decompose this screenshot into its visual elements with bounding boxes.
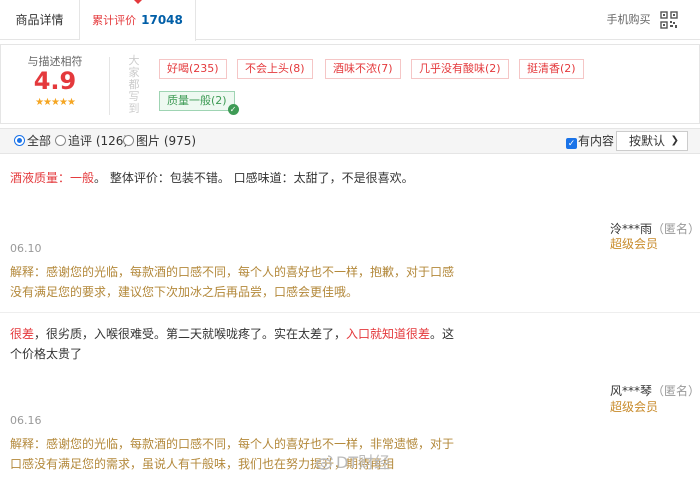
tab-reviews-count: 17048: [141, 13, 183, 27]
tab-bar: 商品详情 累计评价 17048 手机购买: [0, 0, 700, 41]
check-icon: ✓: [227, 104, 239, 115]
radio-checked-icon: [14, 135, 25, 146]
rating-score: 4.9: [33, 67, 77, 95]
review-user: 风***琴（匿名）: [610, 382, 700, 399]
review-highlight: 入口就知道很差: [346, 327, 431, 341]
tab-product-details[interactable]: 商品详情: [0, 0, 80, 40]
review-user-level: 超级会员: [610, 237, 659, 251]
filter-all-radio[interactable]: 全部: [14, 129, 51, 153]
everyone-mentions-label: 大家都写到: [128, 54, 140, 115]
sort-dropdown[interactable]: 按默认 ❯: [616, 131, 688, 151]
review-separator: [0, 312, 700, 313]
seller-reply: 解释：感谢您的光临，每款酒的口感不同，每个人的喜好也不一样，非常遗憾，对于口感没…: [10, 437, 455, 471]
filter-all-label: 全部: [27, 134, 52, 148]
review-text: ，很劣质，入喉很难受。第二天就喉咙疼了。实在太差了，: [34, 327, 347, 341]
tag-item-selected[interactable]: 质量一般(2) ✓: [159, 91, 239, 115]
filter-append-radio[interactable]: 追评 (126): [55, 129, 128, 153]
review-user-name: 泠***雨: [610, 222, 653, 236]
review-highlight: 酒液质量：一般: [10, 171, 95, 185]
review-date: 06.16: [10, 414, 42, 427]
star-icon: ★★★★★: [35, 97, 76, 108]
radio-icon: [55, 135, 66, 146]
rating-box: 与描述相符 4.9 ★★★★★: [1, 45, 109, 123]
review-text: 。 整体评价：包装不错。 口感味道：太甜了，不是很喜欢。: [94, 171, 414, 185]
chevron-down-icon: ❯: [670, 135, 679, 146]
active-tab-indicator: [134, 0, 142, 4]
seller-reply: 解释：感谢您的光临，每款酒的口感不同，每个人的喜好也不一样，抱歉，对于口感没有满…: [10, 265, 455, 299]
filter-bar: 全部 追评 (126) 图片 (975) ✓ 有内容 按默认 ❯: [0, 128, 700, 154]
tag-item[interactable]: 好喝(235): [159, 59, 227, 79]
review-content: 酒液质量：一般。 整体评价：包装不错。 口感味道：太甜了，不是很喜欢。: [10, 168, 610, 188]
review-user-level: 超级会员: [610, 400, 659, 414]
tab-reviews-label: 累计评价: [92, 14, 137, 27]
review-highlight: 很差: [10, 327, 35, 341]
watermark-text: DT财经: [336, 453, 391, 472]
rating-summary: 与描述相符 4.9 ★★★★★ 大家都写到 好喝(235) 不会上头(8) 酒味…: [0, 44, 700, 124]
review-user-anon: （匿名）: [652, 222, 700, 236]
filter-append-label: 追评 (126): [68, 134, 129, 148]
tag-item-label: 质量一般(2): [167, 94, 227, 107]
tag-item[interactable]: 不会上头(8): [237, 59, 313, 79]
qr-code-icon: [660, 11, 678, 29]
mobile-buy-link[interactable]: 手机购买: [606, 10, 678, 30]
tag-item[interactable]: 几乎没有酸味(2): [411, 59, 509, 79]
has-content-label: 有内容: [578, 134, 615, 148]
review-user-anon: （匿名）: [652, 384, 700, 398]
sort-label: 按默认: [629, 134, 666, 148]
review-content: 很差，很劣质，入喉很难受。第二天就喉咙疼了。实在太差了，入口就知道很差。这个价格…: [10, 324, 460, 364]
tab-product-details-label: 商品详情: [15, 13, 64, 27]
tag-item[interactable]: 酒味不浓(7): [325, 59, 401, 79]
watermark: DT财经: [316, 452, 390, 474]
tab-reviews[interactable]: 累计评价 17048: [80, 0, 196, 41]
has-content-checkbox[interactable]: ✓ 有内容: [566, 129, 614, 153]
filter-pictures-label: 图片 (975): [136, 134, 197, 148]
weibo-icon: [316, 455, 333, 470]
radio-icon: [123, 135, 134, 146]
mobile-buy-label: 手机购买: [606, 13, 651, 26]
review-user-name: 风***琴: [610, 384, 653, 398]
tag-item[interactable]: 挺清香(2): [519, 59, 584, 79]
review-date: 06.10: [10, 242, 42, 255]
filter-pictures-radio[interactable]: 图片 (975): [123, 129, 196, 153]
summary-divider: [109, 57, 110, 115]
check-icon: ✓: [566, 138, 577, 149]
